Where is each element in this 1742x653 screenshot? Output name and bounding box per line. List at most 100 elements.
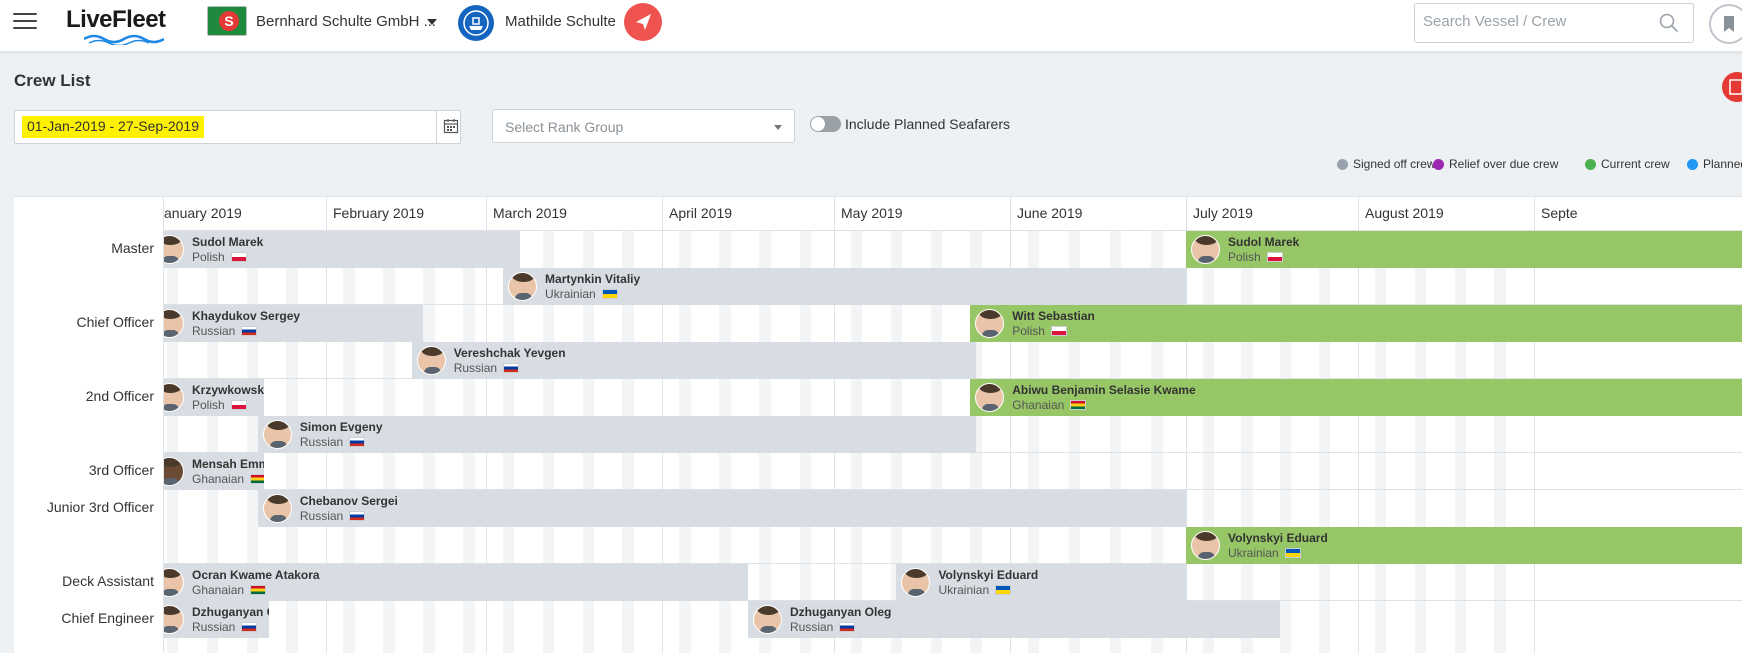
bookmark-button[interactable] — [1709, 4, 1742, 44]
crew-assignment-bar[interactable]: Simon Evgeny Russian — [257, 416, 976, 453]
weekend-stripe — [1494, 230, 1506, 653]
crew-assignment-bar[interactable]: Dzhuganyan OleRussian — [150, 601, 270, 638]
crew-assignment-bar[interactable]: Volynskyi Eduard Ukrainian — [1186, 527, 1742, 564]
crew-nationality: Ghanaian — [192, 472, 264, 486]
crew-avatar[interactable] — [901, 568, 931, 597]
crew-name[interactable]: Abiwu Benjamin Selasie Kwame — [1012, 383, 1195, 397]
flag-icon — [230, 252, 247, 262]
legend-label: Relief over due crew — [1449, 157, 1559, 171]
include-planned-toggle[interactable] — [810, 116, 841, 132]
include-planned-label: Include Planned Seafarers — [845, 116, 1010, 132]
rank-label: Junior 3rd Officer — [46, 499, 154, 515]
search-icon[interactable] — [1659, 13, 1679, 33]
weekend-stripe — [1280, 230, 1292, 653]
logo-wave-icon — [84, 34, 164, 45]
nationality-text: Russian — [192, 324, 236, 338]
crew-nationality: Polish — [1228, 250, 1283, 264]
crew-assignment-bar[interactable]: Abiwu Benjamin Selasie Kwame Ghanaian — [970, 379, 1742, 416]
crew-name[interactable]: Krzywkowski Ł — [192, 383, 264, 397]
crew-avatar[interactable] — [262, 420, 292, 449]
flag-icon — [601, 289, 618, 299]
app-name: LiveFleet — [66, 6, 166, 33]
crew-avatar[interactable] — [508, 272, 538, 301]
crew-avatar[interactable] — [975, 309, 1005, 338]
crew-nationality: Russian — [300, 435, 366, 449]
crew-avatar[interactable] — [416, 346, 446, 375]
weekend-stripe — [1202, 230, 1214, 653]
rank-label: Master — [111, 240, 154, 256]
date-range-field[interactable]: 01-Jan-2019 - 27-Sep-2019 — [14, 110, 461, 144]
legend-dot — [1433, 159, 1444, 170]
crew-name[interactable]: Ocran Kwame Atakora — [192, 568, 320, 582]
crew-avatar[interactable] — [262, 494, 292, 523]
crew-name[interactable]: Sudol Marek — [1228, 235, 1299, 249]
month-header: Septe — [1534, 197, 1742, 230]
nationality-text: Russian — [790, 620, 834, 634]
crew-assignment-bar[interactable]: Chebanov Sergei Russian — [257, 490, 1186, 527]
legend-label: Planned c — [1703, 157, 1742, 171]
crew-nationality: Russian — [790, 620, 856, 634]
weekend-stripe — [1414, 230, 1427, 653]
crew-name[interactable]: Dzhuganyan Ole — [192, 605, 269, 619]
crew-name[interactable]: Mensah Emma — [192, 457, 264, 471]
crew-nationality: Polish — [192, 250, 247, 264]
crew-assignment-bar[interactable]: Martynkin Vitaliy Ukrainian — [503, 268, 1186, 305]
crew-avatar[interactable] — [1191, 235, 1220, 264]
rank-group-select[interactable]: Select Rank Group — [492, 109, 795, 143]
nationality-text: Russian — [299, 509, 344, 523]
chevron-down-icon[interactable] — [427, 19, 437, 25]
crew-nationality: Russian — [192, 620, 258, 634]
flag-icon — [250, 474, 264, 484]
company-flag-icon[interactable]: S — [207, 6, 247, 36]
month-header: April 2019 — [662, 197, 834, 230]
crew-assignment-bar[interactable]: Volynskyi Eduard Ukrainian — [896, 564, 1186, 601]
flag-icon — [1266, 252, 1283, 262]
month-header: January 2019 — [150, 197, 326, 230]
crew-nationality: Ghanaian — [1012, 398, 1087, 412]
company-selector[interactable]: Bernhard Schulte GmbH ... — [256, 13, 436, 30]
flag-icon — [230, 400, 247, 410]
crew-assignment-bar[interactable]: Khaydukov Sergey Russian — [150, 305, 424, 342]
crew-assignment-bar[interactable]: Ocran Kwame Atakora Ghanaian — [150, 564, 748, 601]
crew-avatar[interactable] — [1191, 531, 1220, 560]
export-pdf-button[interactable] — [1722, 72, 1742, 102]
crew-name[interactable]: Volynskyi Eduard — [938, 568, 1038, 582]
crew-name[interactable]: Sudol Marek — [192, 235, 263, 249]
crew-name[interactable]: Volynskyi Eduard — [1228, 531, 1328, 545]
weekend-stripe — [1454, 230, 1466, 653]
toggle-knob — [811, 117, 825, 131]
crew-assignment-bar[interactable]: Witt Sebastian Polish — [970, 305, 1742, 342]
crew-assignment-bar[interactable]: Mensah EmmaGhanaian — [150, 453, 264, 490]
crew-name[interactable]: Martynkin Vitaliy — [545, 272, 640, 286]
crew-assignment-bar[interactable]: Dzhuganyan Oleg Russian — [748, 601, 1281, 638]
crew-assignment-bar[interactable]: Krzywkowski ŁPolish — [150, 379, 264, 416]
month-header: July 2019 — [1186, 197, 1358, 230]
vessel-name[interactable]: Mathilde Schulte — [505, 13, 616, 30]
ship-icon[interactable] — [458, 5, 494, 41]
crew-assignment-bar[interactable]: Sudol Marek Polish — [1186, 231, 1742, 268]
crew-nationality: Ukrainian — [545, 287, 618, 301]
flag-icon — [839, 622, 856, 632]
search-input[interactable] — [1423, 13, 1653, 30]
crew-avatar[interactable] — [753, 605, 782, 634]
flag-icon — [1050, 326, 1067, 336]
navigation-icon[interactable] — [624, 3, 662, 41]
crew-name[interactable]: Vereshchak Yevgen — [454, 346, 566, 360]
crew-name[interactable]: Dzhuganyan Oleg — [790, 605, 891, 619]
weekend-stripe — [1241, 230, 1253, 653]
pdf-icon — [1729, 79, 1742, 95]
calendar-icon[interactable] — [443, 118, 459, 134]
crew-name[interactable]: Chebanov Sergei — [300, 494, 398, 508]
crew-name[interactable]: Khaydukov Sergey — [192, 309, 300, 323]
crew-assignment-bar[interactable]: Sudol Marek Polish — [150, 231, 521, 268]
crew-assignment-bar[interactable]: Vereshchak Yevgen Russian — [411, 342, 976, 379]
crew-avatar[interactable] — [975, 383, 1005, 412]
crew-nationality: Ukrainian — [938, 583, 1012, 597]
rank-label: 3rd Officer — [88, 462, 154, 478]
crew-name[interactable]: Simon Evgeny — [300, 420, 383, 434]
month-header: February 2019 — [326, 197, 486, 230]
crew-name[interactable]: Witt Sebastian — [1012, 309, 1095, 323]
date-range-value[interactable]: 01-Jan-2019 - 27-Sep-2019 — [22, 116, 205, 138]
app-logo[interactable]: LiveFleet — [66, 6, 176, 46]
menu-icon[interactable] — [13, 13, 37, 31]
